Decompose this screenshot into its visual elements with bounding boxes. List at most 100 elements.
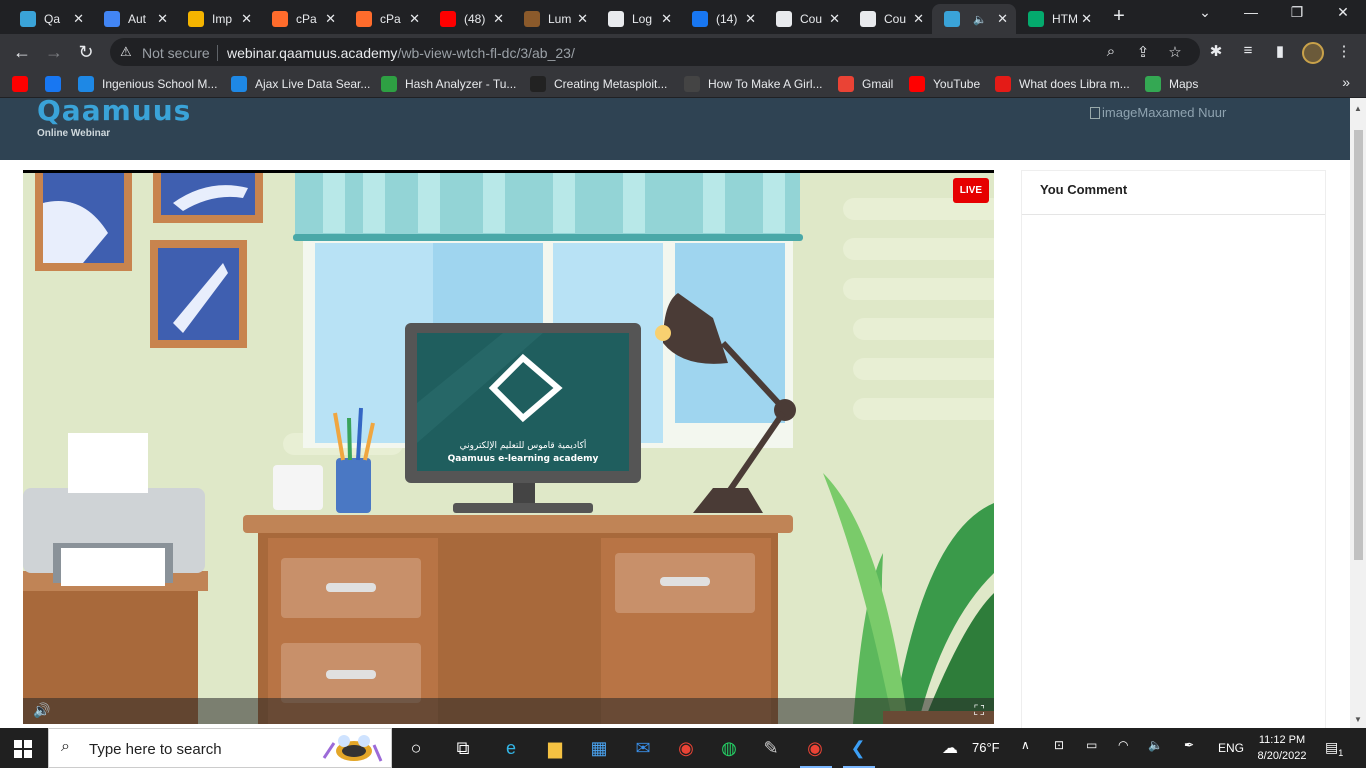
address-bar[interactable]: ⚠ Not secure webinar.qaamuus.academy/wb-… (110, 38, 1200, 66)
video-player[interactable]: أكاديمية قاموس للتعليم الإلكتروني Qaamuu… (23, 170, 994, 724)
tab-close-icon[interactable]: ✕ (577, 11, 588, 27)
extensions-icon[interactable]: ✱ (1206, 42, 1226, 60)
audio-playing-icon[interactable]: 🔈 (973, 13, 987, 26)
book-icon (524, 11, 540, 27)
media-control-icon[interactable]: ≡ (1238, 42, 1258, 59)
task-view-icon[interactable]: ⧉ (450, 736, 476, 760)
browser-tab[interactable]: cPa ✕ (344, 4, 428, 34)
meet-now-icon[interactable]: ⊡ (1054, 738, 1064, 752)
weather-icon[interactable]: ☁ (942, 738, 958, 758)
tab-close-icon[interactable]: ✕ (1081, 11, 1092, 27)
chrome-icon (104, 11, 120, 27)
page-scrollbar[interactable]: ▲ ▼ (1350, 98, 1366, 728)
site-logo[interactable]: Qaamuus (37, 98, 191, 125)
close-window-button[interactable]: ✕ (1320, 4, 1366, 21)
scroll-down-icon[interactable]: ▼ (1354, 715, 1362, 724)
volume-tray-icon[interactable]: 🔈 (1148, 738, 1163, 752)
user-profile[interactable]: imageMaxamed Nuur (1090, 105, 1226, 120)
language-indicator[interactable]: ENG (1218, 741, 1244, 755)
bookmark-item[interactable] (45, 75, 69, 93)
browser-tab[interactable]: Aut ✕ (92, 4, 176, 34)
video-controls: 🔊 ⛶ (23, 698, 994, 724)
bookmark-item[interactable]: Creating Metasploit... (530, 75, 667, 93)
bookmark-item[interactable]: Maps (1145, 75, 1198, 93)
chrome-active-icon[interactable]: ◉ (802, 736, 828, 760)
bookmark-item[interactable]: How To Make A Girl... (684, 75, 823, 93)
bookmark-star-icon[interactable]: ☆ (1165, 43, 1185, 61)
reload-icon[interactable]: ↻ (74, 41, 98, 63)
bookmark-item[interactable]: YouTube (909, 75, 980, 93)
browser-tab[interactable]: 🔈 ✕ (932, 4, 1016, 34)
windows-start-icon[interactable] (14, 740, 32, 758)
bookmark-item[interactable] (12, 75, 36, 93)
profile-avatar[interactable] (1302, 42, 1324, 64)
side-panel-icon[interactable]: ▮ (1270, 42, 1290, 60)
warning-icon[interactable]: ⚠ (120, 44, 132, 60)
scrollbar-thumb[interactable] (1354, 130, 1363, 560)
tab-close-icon[interactable]: ✕ (157, 11, 168, 27)
browser-tab[interactable]: Imp ✕ (176, 4, 260, 34)
scroll-up-icon[interactable]: ▲ (1354, 104, 1362, 113)
security-status[interactable]: Not secure (142, 45, 210, 61)
mail-icon[interactable]: ✉ (630, 736, 656, 760)
wifi-icon[interactable]: ◠ (1118, 738, 1128, 752)
tab-close-icon[interactable]: ✕ (661, 11, 672, 27)
video-frame-illustration: أكاديمية قاموس للتعليم الإلكتروني Qaamuu… (23, 173, 994, 724)
bookmarks-overflow-icon[interactable]: » (1342, 74, 1350, 90)
page-content: Qaamuus Online Webinar imageMaxamed Nuur (0, 98, 1366, 728)
paint-icon[interactable]: ✎ (758, 736, 784, 760)
chrome-icon[interactable]: ◉ (673, 736, 699, 760)
tab-close-icon[interactable]: ✕ (493, 11, 504, 27)
cortana-icon[interactable]: ○ (403, 736, 429, 760)
pen-icon[interactable]: ✒ (1184, 738, 1194, 752)
bookmark-item[interactable]: Hash Analyzer - Tu... (381, 75, 516, 93)
share-icon[interactable]: ⇪ (1133, 43, 1153, 61)
tab-close-icon[interactable]: ✕ (409, 11, 420, 27)
bookmark-label: What does Libra m... (1019, 77, 1130, 91)
browser-tab[interactable]: HTM ✕ (1016, 4, 1100, 34)
browser-tab[interactable]: cPa ✕ (260, 4, 344, 34)
vscode-icon[interactable]: ❮ (845, 736, 871, 760)
bookmark-item[interactable]: What does Libra m... (995, 75, 1130, 93)
url-text[interactable]: webinar.qaamuus.academy/wb-view-wtch-fl-… (227, 45, 575, 61)
whatsapp-icon[interactable]: ◍ (716, 736, 742, 760)
bookmark-item[interactable]: Gmail (838, 75, 893, 93)
browser-tab[interactable]: (48) ✕ (428, 4, 512, 34)
menu-icon[interactable]: ⋮ (1334, 42, 1354, 60)
forward-icon[interactable]: → (42, 41, 66, 63)
tab-close-icon[interactable]: ✕ (829, 11, 840, 27)
store-icon[interactable]: ▦ (586, 736, 612, 760)
browser-tab[interactable]: Qa ✕ (8, 4, 92, 34)
tab-close-icon[interactable]: ✕ (241, 11, 252, 27)
code-icon (78, 76, 94, 92)
bookmark-item[interactable]: Ajax Live Data Sear... (231, 75, 370, 93)
edge-icon[interactable]: e (498, 736, 524, 760)
browser-tab[interactable]: Log ✕ (596, 4, 680, 34)
tab-close-icon[interactable]: ✕ (325, 11, 336, 27)
tab-close-icon[interactable]: ✕ (745, 11, 756, 27)
taskbar-clock[interactable]: 11:12 PM 8/20/2022 (1250, 732, 1314, 764)
fullscreen-icon[interactable]: ⛶ (974, 702, 984, 719)
taskbar-search[interactable]: ⌕ Type here to search (48, 728, 392, 768)
show-hidden-icons[interactable]: ∧ (1021, 738, 1030, 752)
tab-close-icon[interactable]: ✕ (913, 11, 924, 27)
minimize-button[interactable]: — (1228, 4, 1274, 20)
notifications-icon[interactable]: ▤1 (1325, 739, 1343, 758)
zoom-icon[interactable]: ⌕ (1101, 43, 1121, 60)
browser-tab[interactable]: Cou ✕ (848, 4, 932, 34)
battery-icon[interactable]: ▭ (1086, 738, 1097, 752)
browser-tab[interactable]: (14) ✕ (680, 4, 764, 34)
tab-search-icon[interactable]: ⌄ (1182, 4, 1228, 21)
file-explorer-icon[interactable]: ▆ (542, 736, 568, 760)
weather-temp[interactable]: 76°F (972, 740, 1000, 755)
browser-tab[interactable]: Cou ✕ (764, 4, 848, 34)
bookmark-item[interactable]: Ingenious School M... (78, 75, 217, 93)
browser-tab[interactable]: Lum ✕ (512, 4, 596, 34)
new-tab-button[interactable]: + (1108, 6, 1130, 28)
tab-close-icon[interactable]: ✕ (997, 11, 1008, 27)
volume-icon[interactable]: 🔊 (33, 702, 50, 719)
tab-close-icon[interactable]: ✕ (73, 11, 84, 27)
back-icon[interactable]: ← (10, 41, 34, 63)
cw-icon (995, 76, 1011, 92)
restore-button[interactable]: ❐ (1274, 4, 1320, 21)
